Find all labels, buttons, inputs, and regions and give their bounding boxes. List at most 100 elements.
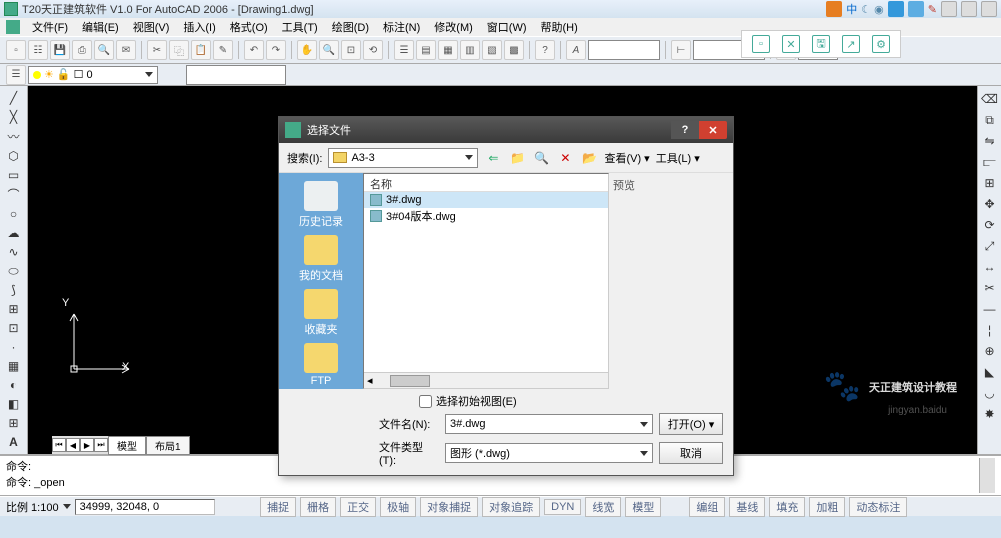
tray-icon-3[interactable]: ✎ bbox=[928, 3, 937, 16]
dc-icon[interactable]: ▤ bbox=[416, 40, 436, 60]
tab-first-icon[interactable]: ⏮ bbox=[52, 438, 66, 452]
back-icon[interactable]: ⇐ bbox=[484, 149, 502, 167]
menu-insert[interactable]: 插入(I) bbox=[177, 19, 221, 35]
tab-prev-icon[interactable]: ◀ bbox=[66, 438, 80, 452]
toggle-dyn[interactable]: DYN bbox=[544, 499, 581, 515]
spline-icon[interactable]: ∿ bbox=[5, 244, 23, 260]
float-btn-3[interactable]: 🖫 bbox=[812, 35, 830, 53]
gradient-icon[interactable]: ◐ bbox=[5, 377, 23, 393]
calc-icon[interactable]: ▩ bbox=[504, 40, 524, 60]
checkbox-icon[interactable] bbox=[419, 395, 432, 408]
close-icon[interactable] bbox=[981, 1, 997, 17]
join-icon[interactable]: ⊕ bbox=[981, 342, 999, 360]
toggle-snap[interactable]: 捕捉 bbox=[260, 497, 296, 517]
menu-dim[interactable]: 标注(N) bbox=[377, 19, 426, 35]
dialog-close-button[interactable]: ✕ bbox=[699, 121, 727, 139]
scale-dropdown-icon[interactable] bbox=[63, 504, 71, 509]
toggle-osnap[interactable]: 对象捕捉 bbox=[420, 497, 478, 517]
text-style-icon[interactable]: A bbox=[566, 40, 586, 60]
toggle-baseline[interactable]: 基线 bbox=[729, 497, 765, 517]
place-history[interactable]: 历史记录 bbox=[285, 179, 357, 231]
float-btn-1[interactable]: ▫ bbox=[752, 35, 770, 53]
view-menu[interactable]: 查看(V) ▾ bbox=[604, 150, 649, 166]
filename-input[interactable]: 3#.dwg bbox=[445, 414, 653, 434]
scale-icon[interactable]: ⤢ bbox=[981, 237, 999, 255]
sheet-icon[interactable]: ▥ bbox=[460, 40, 480, 60]
region-icon[interactable]: ◧ bbox=[5, 396, 23, 412]
polygon-icon[interactable]: ⬡ bbox=[5, 148, 23, 164]
publish-icon[interactable]: ✉ bbox=[116, 40, 136, 60]
arc-icon[interactable]: ⌒ bbox=[5, 186, 23, 203]
revcloud-icon[interactable]: ☁ bbox=[5, 225, 23, 241]
h-scrollbar[interactable]: ◂ bbox=[364, 372, 608, 388]
paste-icon[interactable]: 📋 bbox=[191, 40, 211, 60]
tools-menu[interactable]: 工具(L) ▾ bbox=[656, 150, 700, 166]
scroll-thumb[interactable] bbox=[390, 375, 430, 387]
toggle-model[interactable]: 模型 bbox=[625, 497, 661, 517]
place-favorites[interactable]: 收藏夹 bbox=[285, 287, 357, 339]
pan-icon[interactable]: ✋ bbox=[297, 40, 317, 60]
layer-combo[interactable]: ☀ 🔓 ☐ 0 bbox=[28, 66, 158, 84]
file-item-selected[interactable]: 3#.dwg bbox=[364, 192, 608, 208]
open-button[interactable]: 打开(O) ▾ bbox=[659, 413, 723, 435]
ime-icon[interactable] bbox=[826, 1, 842, 17]
zoom-prev-icon[interactable]: ⟲ bbox=[363, 40, 383, 60]
line-icon[interactable]: ╱ bbox=[5, 90, 23, 106]
dim-style-icon[interactable]: ⊢ bbox=[671, 40, 691, 60]
tab-last-icon[interactable]: ⏭ bbox=[94, 438, 108, 452]
textstyle-combo[interactable] bbox=[588, 40, 660, 60]
xline-icon[interactable]: ╳ bbox=[5, 109, 23, 125]
trim-icon[interactable]: ✂ bbox=[981, 279, 999, 297]
column-name[interactable]: 名称 bbox=[364, 174, 608, 192]
toggle-dyndim[interactable]: 动态标注 bbox=[849, 497, 907, 517]
newfolder-icon[interactable]: 📂 bbox=[580, 149, 598, 167]
toggle-ortho[interactable]: 正交 bbox=[340, 497, 376, 517]
toggle-grid[interactable]: 栅格 bbox=[300, 497, 336, 517]
tab-model[interactable]: 模型 bbox=[108, 436, 146, 455]
mtext-icon[interactable]: A bbox=[5, 434, 23, 450]
point-icon[interactable]: · bbox=[5, 339, 23, 355]
erase-icon[interactable]: ⌫ bbox=[981, 90, 999, 108]
place-mydocs[interactable]: 我的文档 bbox=[285, 233, 357, 285]
filetype-input[interactable]: 图形 (*.dwg) bbox=[445, 443, 653, 463]
tab-layout1[interactable]: 布局1 bbox=[146, 436, 190, 455]
toggle-fill[interactable]: 填充 bbox=[769, 497, 805, 517]
explode-icon[interactable]: ✸ bbox=[981, 405, 999, 423]
delete-icon[interactable]: ✕ bbox=[556, 149, 574, 167]
pline-icon[interactable]: 〰 bbox=[5, 128, 23, 145]
menu-edit[interactable]: 编辑(E) bbox=[76, 19, 125, 35]
zoom-win-icon[interactable]: ⊡ bbox=[341, 40, 361, 60]
menu-modify[interactable]: 修改(M) bbox=[428, 19, 479, 35]
folder-combo[interactable]: A3-3 bbox=[328, 148, 478, 168]
float-btn-5[interactable]: ⚙ bbox=[872, 35, 890, 53]
table-icon[interactable]: ⊞ bbox=[5, 415, 23, 431]
zoom-rt-icon[interactable]: 🔍 bbox=[319, 40, 339, 60]
place-ftp[interactable]: FTP bbox=[285, 341, 357, 389]
break-icon[interactable]: ¦ bbox=[981, 321, 999, 339]
copy-icon[interactable]: ⿻ bbox=[169, 40, 189, 60]
tool-palette-icon[interactable]: ▦ bbox=[438, 40, 458, 60]
move-icon[interactable]: ✥ bbox=[981, 195, 999, 213]
rect-icon[interactable]: ▭ bbox=[5, 167, 23, 183]
toggle-otrack[interactable]: 对象追踪 bbox=[482, 497, 540, 517]
toggle-bold[interactable]: 加粗 bbox=[809, 497, 845, 517]
layer-props-icon[interactable]: ☰ bbox=[6, 65, 26, 85]
mirror-icon[interactable]: ⇋ bbox=[981, 132, 999, 150]
redo-icon[interactable]: ↷ bbox=[266, 40, 286, 60]
toggle-group[interactable]: 编组 bbox=[689, 497, 725, 517]
menu-tools[interactable]: 工具(T) bbox=[276, 19, 324, 35]
toggle-lwt[interactable]: 线宽 bbox=[585, 497, 621, 517]
cancel-button[interactable]: 取消 bbox=[659, 442, 723, 464]
hatch-icon[interactable]: ▦ bbox=[5, 358, 23, 374]
tray-icon-2[interactable] bbox=[908, 1, 924, 17]
tab-next-icon[interactable]: ▶ bbox=[80, 438, 94, 452]
chamfer-icon[interactable]: ◣ bbox=[981, 363, 999, 381]
offset-icon[interactable]: ⫍ bbox=[981, 153, 999, 171]
menu-draw[interactable]: 绘图(D) bbox=[326, 19, 375, 35]
markup-icon[interactable]: ▧ bbox=[482, 40, 502, 60]
save-icon[interactable]: 💾 bbox=[50, 40, 70, 60]
props-icon[interactable]: ☰ bbox=[394, 40, 414, 60]
open-icon[interactable]: ☷ bbox=[28, 40, 48, 60]
toggle-polar[interactable]: 极轴 bbox=[380, 497, 416, 517]
match-icon[interactable]: ✎ bbox=[213, 40, 233, 60]
